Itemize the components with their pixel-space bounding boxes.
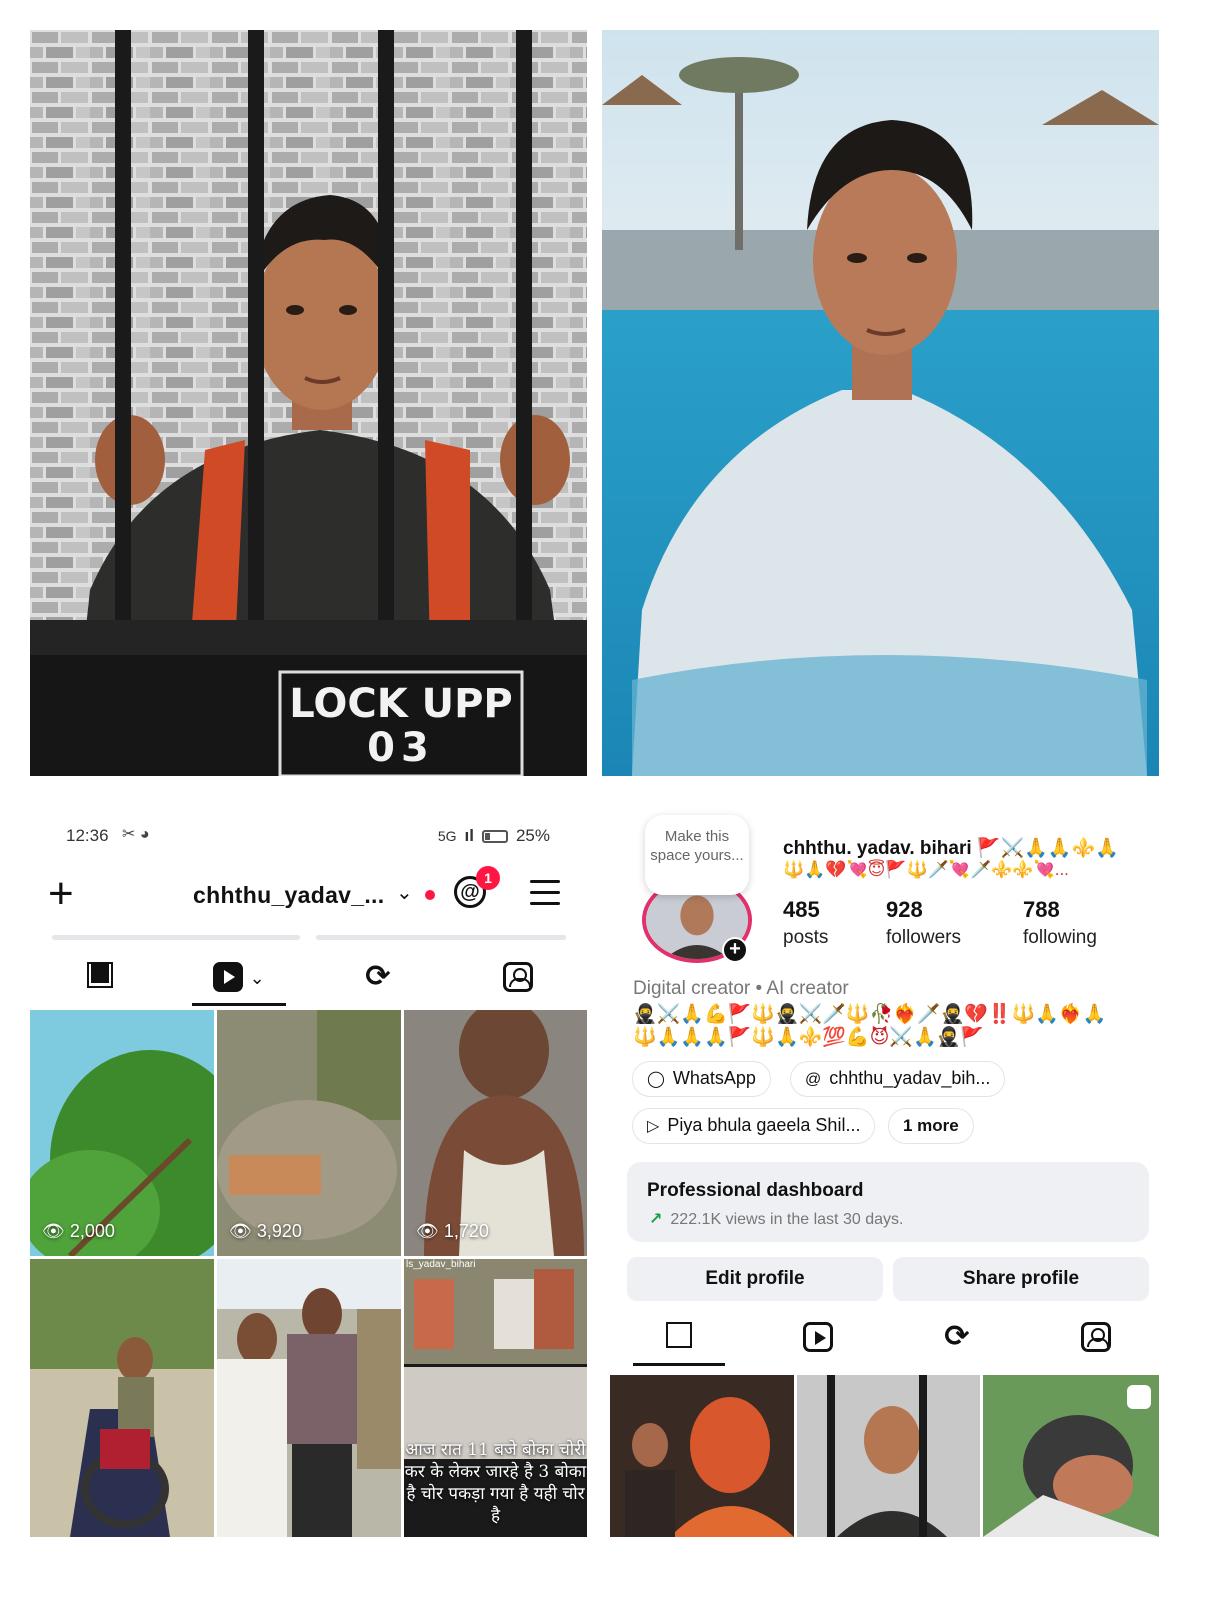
post-thumbnail[interactable]: [797, 1375, 980, 1537]
jail-sign-line1: LOCK UPP: [289, 681, 513, 727]
profile-name-emoji: 🔱🙏💔💘😇🚩🔱🗡️💘🗡️⚜️⚜️💘...: [783, 860, 1069, 879]
stat-followers[interactable]: 928 followers: [886, 897, 961, 949]
menu-icon[interactable]: [530, 880, 560, 913]
photo-pool: [602, 30, 1159, 776]
tab-grid[interactable]: [633, 1308, 725, 1366]
link-chip-threads[interactable]: @ chhthu_yadav_bih...: [790, 1061, 1006, 1097]
threads-badge: 1: [476, 866, 500, 890]
stat-label: following: [1023, 927, 1097, 948]
link-chip-more[interactable]: 1 more: [888, 1108, 974, 1144]
reel-thumbnail[interactable]: [217, 1259, 401, 1537]
profile-category: Digital creator • AI creator: [633, 978, 849, 999]
status-time: 12:36: [66, 826, 109, 845]
tagged-icon: [503, 962, 533, 992]
repost-icon: ⟳: [365, 960, 391, 993]
tab-reels[interactable]: ⌄: [192, 948, 286, 1006]
grid-icon: [666, 1322, 692, 1348]
notification-dot: [425, 890, 435, 900]
tagged-icon: [1081, 1322, 1111, 1352]
stat-number: 788: [1023, 897, 1060, 922]
whatsapp-icon: ◯: [647, 1071, 665, 1088]
tab-reposts[interactable]: ⟳: [912, 1308, 1002, 1364]
reels-icon: [1127, 1385, 1151, 1409]
share-profile-button[interactable]: Share profile: [893, 1257, 1149, 1301]
view-count: 👁 1,720: [416, 1221, 489, 1241]
tab-reposts[interactable]: ⟳: [333, 948, 423, 1004]
add-story-button[interactable]: +: [722, 937, 748, 963]
trend-up-icon: ↗: [649, 1211, 663, 1228]
stat-posts[interactable]: 485 posts: [783, 897, 828, 949]
signal-icon: ıl: [464, 826, 474, 845]
chip-label: 1 more: [903, 1116, 959, 1135]
reel-caption: आज रात 11 बजे बोका चोरी कर के लेकर जारहे…: [404, 1440, 587, 1526]
status-bar: 12:36 ✂ ◕ 5G ıl 25%: [30, 820, 590, 860]
chevron-down-icon: ⌄: [249, 968, 265, 988]
tab-grid[interactable]: [55, 948, 145, 1004]
jail-sign-text: LOCK UPP 03: [280, 680, 522, 768]
stat-following[interactable]: 788 following: [1023, 897, 1097, 949]
link-chip-music[interactable]: ▷ Piya bhula gaeela Shil...: [632, 1108, 876, 1144]
reel-thumbnail[interactable]: ls_yadav_bihari आज रात 11 बजे बोका चोरी …: [404, 1259, 587, 1537]
dashboard-stat: 222.1K views in the last 30 days.: [670, 1211, 904, 1228]
play-icon: ▷: [647, 1118, 660, 1135]
chip-label: chhthu_yadav_bih...: [829, 1068, 991, 1088]
reels-icon: [803, 1322, 833, 1352]
bio-line: 🥷⚔️🙏💪🚩🔱🥷⚔️🗡️🔱🥀❤️‍🔥🗡️🥷💔‼️🔱🙏❤️‍🔥🙏: [633, 1004, 1107, 1025]
chip-label: WhatsApp: [672, 1068, 756, 1088]
chevron-down-icon[interactable]: ⌄: [396, 880, 413, 905]
view-count: 👁 3,920: [229, 1221, 302, 1241]
battery-icon: [481, 829, 508, 843]
dashboard-title: Professional dashboard: [647, 1180, 864, 1201]
tab-tagged[interactable]: [1051, 1308, 1141, 1364]
post-thumbnail[interactable]: [983, 1375, 1159, 1537]
stat-number: 485: [783, 897, 820, 922]
stat-number: 928: [886, 897, 923, 922]
profile-tabs-left: ⌄ ⟳: [30, 948, 590, 1008]
threads-icon: @: [805, 1071, 822, 1088]
reel-thumbnail[interactable]: 👁 1,720: [404, 1010, 587, 1256]
profile-tabs-right: ⟳: [627, 1308, 1157, 1368]
reels-icon: [213, 962, 244, 992]
account-switcher-username[interactable]: chhthu_yadav_...: [193, 882, 384, 909]
tab-tagged[interactable]: [473, 948, 563, 1004]
reel-thumbnail[interactable]: 👁 2,000: [30, 1010, 214, 1256]
status-notification-icons: ✂ ◕: [122, 826, 150, 843]
story-highlight-placeholders: [52, 935, 566, 941]
view-count: 👁 2,000: [42, 1221, 115, 1241]
profile-bio: 🥷⚔️🙏💪🚩🔱🥷⚔️🗡️🔱🥀❤️‍🔥🗡️🥷💔‼️🔱🙏❤️‍🔥🙏 🔱🙏🙏🙏🚩🔱🙏⚜…: [633, 1003, 1153, 1049]
edit-profile-button[interactable]: Edit profile: [627, 1257, 883, 1301]
photo-lockup: LOCK UPP 03: [30, 30, 587, 776]
grid-icon: [87, 962, 113, 988]
chip-label: Piya bhula gaeela Shil...: [667, 1115, 861, 1135]
bio-line: 🔱🙏🙏🙏🚩🔱🙏⚜️💯💪😈⚔️🙏🥷🚩: [633, 1027, 985, 1048]
repost-icon: ⟳: [944, 1320, 970, 1353]
profile-name: chhthu. yadav. bihari 🚩⚔️🙏🙏⚜️🙏: [783, 838, 1119, 859]
dashboard-subtitle: ↗ 222.1K views in the last 30 days.: [649, 1209, 903, 1229]
note-bubble[interactable]: Make this space yours...: [645, 815, 749, 895]
tab-reels[interactable]: [773, 1308, 863, 1364]
create-button[interactable]: +: [48, 872, 74, 916]
stat-label: followers: [886, 927, 961, 948]
reel-caption-handle: ls_yadav_bihari: [406, 1259, 476, 1270]
network-indicator: 5G: [437, 828, 457, 844]
professional-dashboard[interactable]: Professional dashboard ↗ 222.1K views in …: [627, 1162, 1149, 1242]
battery-level: 25%: [515, 826, 550, 845]
stat-label: posts: [783, 927, 829, 948]
post-thumbnail[interactable]: [610, 1375, 794, 1537]
link-chip-whatsapp[interactable]: ◯ WhatsApp: [632, 1061, 771, 1097]
profile-top-bar: + chhthu_yadav_... ⌄ @ 1: [30, 866, 590, 924]
reel-thumbnail[interactable]: [30, 1259, 214, 1537]
reel-thumbnail[interactable]: 👁 3,920: [217, 1010, 401, 1256]
jail-sign-line2: 03: [367, 725, 435, 771]
